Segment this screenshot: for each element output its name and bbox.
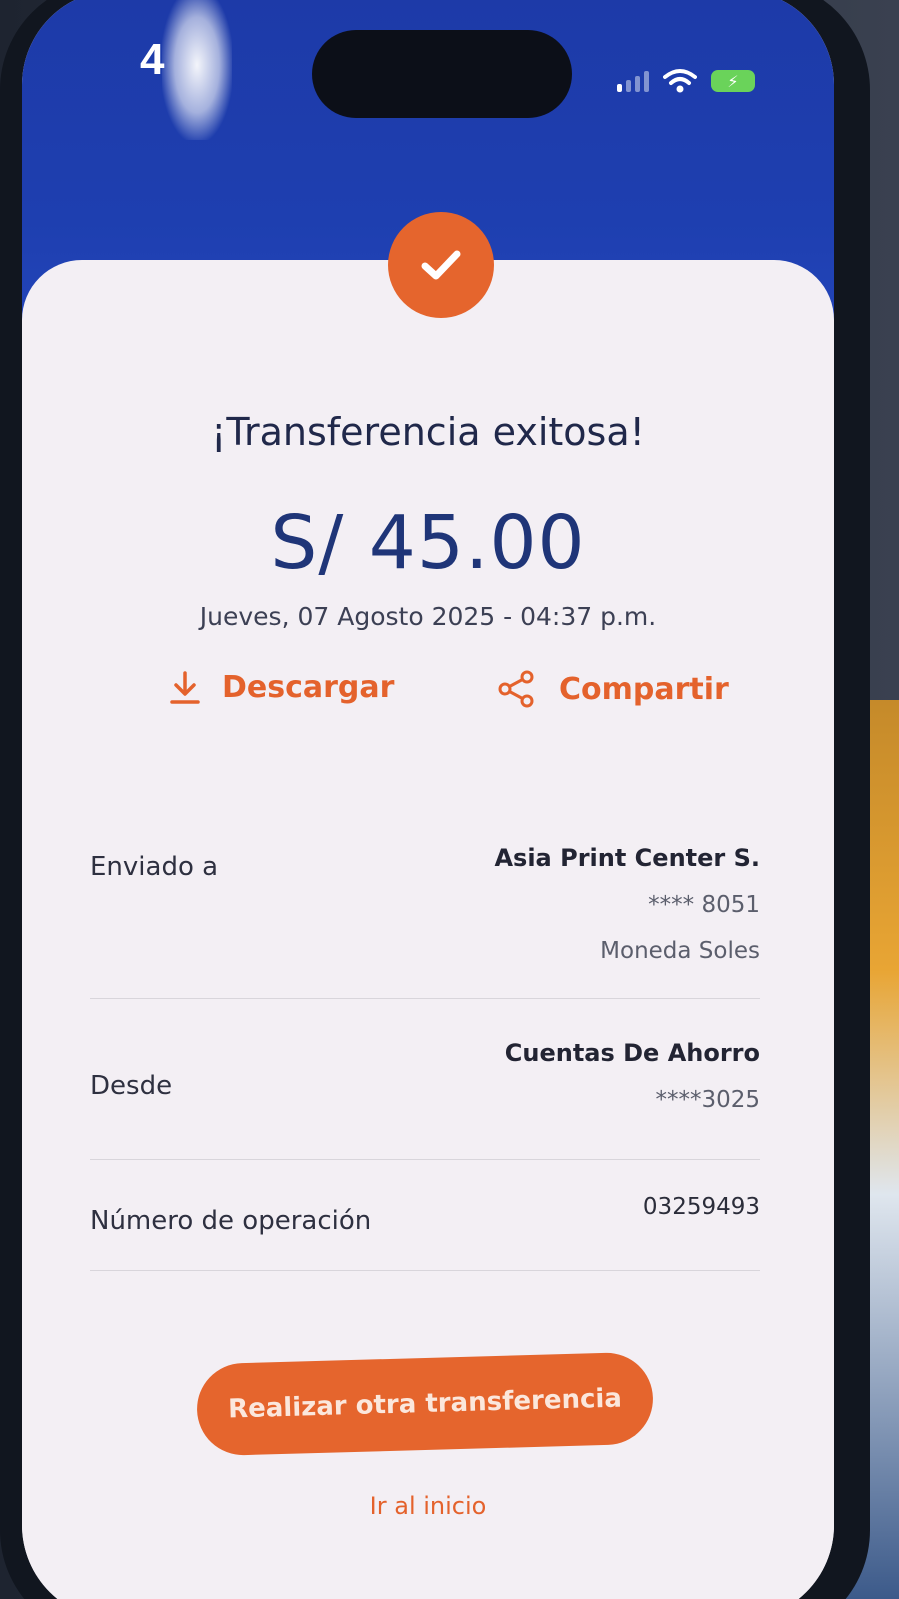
share-icon <box>498 670 534 708</box>
detail-values: Asia Print Center S. **** 8051 Moneda So… <box>90 830 760 964</box>
new-transfer-button[interactable]: Realizar otra transferencia <box>195 1351 655 1457</box>
share-button[interactable]: Compartir <box>497 670 729 708</box>
download-button[interactable]: Descargar <box>170 670 394 705</box>
download-label: Descargar <box>222 670 395 705</box>
phone-frame: 4 ⚡ ¡Transferencia exitosa! S/ 45.00 Jue… <box>0 0 870 1599</box>
receipt-actions: Descargar Compartir <box>22 670 834 714</box>
detail-label: Enviado a <box>90 852 219 882</box>
recipient-currency: Moneda Soles <box>600 938 760 964</box>
battery-icon: ⚡ <box>711 70 755 92</box>
status-time: 4 <box>140 35 165 84</box>
transfer-details: Enviado a Asia Print Center S. **** 8051… <box>90 830 760 1271</box>
wifi-icon <box>663 69 697 93</box>
detail-row-recipient: Enviado a Asia Print Center S. **** 8051… <box>90 830 760 999</box>
transfer-datetime: Jueves, 07 Agosto 2025 - 04:37 p.m. <box>199 602 657 631</box>
check-icon <box>388 212 494 318</box>
detail-row-source: Desde Cuentas De Ahorro ****3025 <box>90 1019 760 1160</box>
page-title: ¡Transferencia exitosa! <box>211 410 645 454</box>
detail-row-operation: Número de operación 03259493 <box>90 1170 760 1271</box>
status-icons: ⚡ <box>617 68 755 94</box>
dynamic-island <box>312 30 572 118</box>
detail-values: Cuentas De Ahorro ****3025 <box>90 1019 760 1113</box>
detail-label: Número de operación <box>90 1206 372 1236</box>
app-screen: 4 ⚡ ¡Transferencia exitosa! S/ 45.00 Jue… <box>22 0 834 1599</box>
photo-background: 4 ⚡ ¡Transferencia exitosa! S/ 45.00 Jue… <box>0 0 899 1599</box>
recipient-account: **** 8051 <box>648 892 760 918</box>
share-label: Compartir <box>559 671 729 707</box>
signal-icon <box>617 70 649 92</box>
source-account-type: Cuentas De Ahorro <box>504 1039 760 1067</box>
source-account-number: ****3025 <box>655 1087 760 1113</box>
download-icon <box>170 670 200 704</box>
transfer-amount: S/ 45.00 <box>270 500 586 586</box>
go-home-link[interactable]: Ir al inicio <box>22 1492 834 1520</box>
detail-label: Desde <box>90 1071 173 1101</box>
light-glare <box>162 0 232 140</box>
